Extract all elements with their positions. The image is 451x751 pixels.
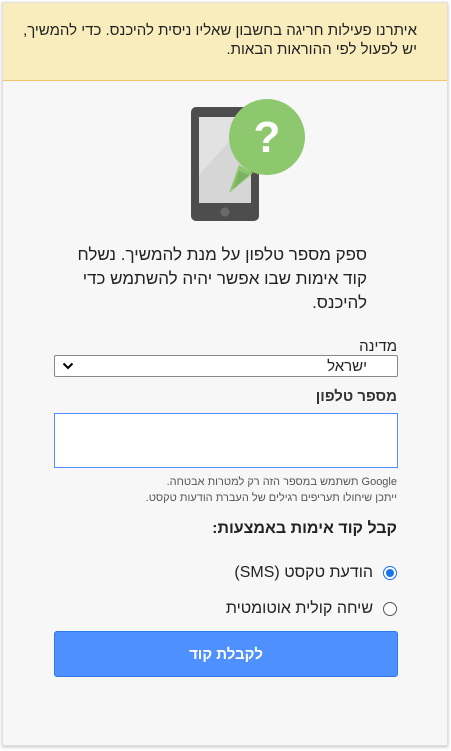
voice-call-option-label: שיחה קולית אוטומטית [225,600,373,617]
sms-rates-hint: ייתכן שיחולו תעריפים רגילים של העברת הוד… [145,492,397,504]
warning-banner-text: איתרנו פעילות חריגה בחשבון שאליו ניסית ל… [23,22,417,58]
get-code-button[interactable]: לקבלת קוד [54,631,398,677]
country-selected-value: ישראל [327,358,367,375]
radio-dot [386,569,394,577]
question-mark-symbol: ? [254,113,281,162]
phone-number-label: מספר טלפון [315,388,397,405]
sms-option[interactable]: הודעת טקסט (SMS) [224,563,397,583]
warning-banner: איתרנו פעילות חריגה בחשבון שאליו ניסית ל… [3,3,447,81]
verification-card: איתרנו פעילות חריגה בחשבון שאליו ניסית ל… [2,2,448,746]
country-label: מדינה [359,338,397,355]
phone-number-input[interactable] [54,413,398,468]
phone-question-icon: ? [191,99,305,221]
intro-text: ספק מספר טלפון על מנת להמשיך. נשלח קוד א… [77,245,367,312]
voice-call-radio[interactable] [383,602,397,616]
security-hint: Google תשתמש במספר הזה רק למטרות אבטחה. [166,476,397,488]
voice-call-option[interactable]: שיחה קולית אוטומטית [216,599,397,619]
sms-radio[interactable] [383,566,397,580]
country-select[interactable]: ישראל [54,355,398,377]
chevron-down-icon [62,362,74,370]
sms-option-label: הודעת טקסט (SMS) [234,564,373,581]
verification-method-title: קבל קוד אימות באמצעות: [212,520,397,537]
